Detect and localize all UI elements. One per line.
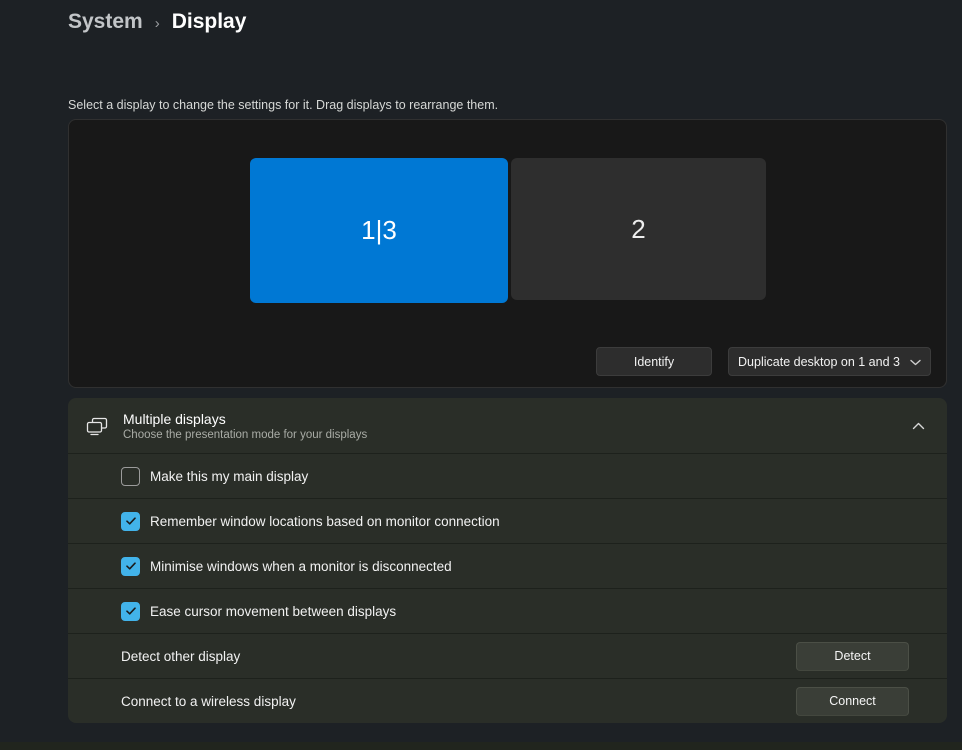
detect-display-row: Detect other display Detect: [68, 633, 947, 678]
breadcrumb-system[interactable]: System: [68, 10, 143, 34]
detect-display-label: Detect other display: [121, 649, 240, 664]
main-display-checkbox[interactable]: [121, 467, 140, 486]
checkbox-row-remember-locations[interactable]: Remember window locations based on monit…: [68, 498, 947, 543]
display-mode-dropdown[interactable]: Duplicate desktop on 1 and 3: [728, 347, 931, 376]
ease-cursor-checkbox[interactable]: [121, 602, 140, 621]
checkmark-icon: [125, 515, 137, 527]
checkmark-icon: [125, 560, 137, 572]
checkbox-label: Ease cursor movement between displays: [150, 604, 396, 619]
multiple-displays-title: Multiple displays: [123, 411, 367, 427]
checkbox-label: Remember window locations based on monit…: [150, 514, 500, 529]
checkbox-label: Make this my main display: [150, 469, 308, 484]
checkbox-row-main-display[interactable]: Make this my main display: [68, 453, 947, 498]
checkbox-label: Minimise windows when a monitor is disco…: [150, 559, 452, 574]
wireless-display-row: Connect to a wireless display Connect: [68, 678, 947, 723]
remember-locations-checkbox[interactable]: [121, 512, 140, 531]
monitor-2[interactable]: 2: [511, 158, 766, 300]
breadcrumb: System › Display: [68, 10, 246, 34]
connect-button[interactable]: Connect: [796, 687, 909, 716]
chevron-down-icon: [910, 355, 921, 369]
display-mode-dropdown-value: Duplicate desktop on 1 and 3: [738, 355, 900, 369]
bottom-edge-strip: [0, 742, 962, 750]
checkbox-row-minimise-windows[interactable]: Minimise windows when a monitor is disco…: [68, 543, 947, 588]
multiple-displays-header[interactable]: Multiple displays Choose the presentatio…: [68, 398, 947, 453]
detect-button[interactable]: Detect: [796, 642, 909, 671]
checkmark-icon: [125, 605, 137, 617]
page-title: Display: [172, 10, 247, 34]
identify-button[interactable]: Identify: [596, 347, 712, 376]
display-arrange-caption: Select a display to change the settings …: [68, 98, 498, 112]
wireless-display-label: Connect to a wireless display: [121, 694, 296, 709]
chevron-right-icon: ›: [155, 13, 160, 32]
multiple-displays-icon: [86, 416, 108, 436]
multiple-displays-subtitle: Choose the presentation mode for your di…: [123, 429, 367, 441]
multiple-displays-card: Multiple displays Choose the presentatio…: [68, 398, 947, 723]
monitor-1-3[interactable]: 1|3: [250, 158, 508, 303]
minimise-windows-checkbox[interactable]: [121, 557, 140, 576]
chevron-up-icon[interactable]: [912, 422, 925, 430]
checkbox-row-ease-cursor[interactable]: Ease cursor movement between displays: [68, 588, 947, 633]
display-arrangement-panel: 1|3 2 Identify Duplicate desktop on 1 an…: [68, 119, 947, 388]
